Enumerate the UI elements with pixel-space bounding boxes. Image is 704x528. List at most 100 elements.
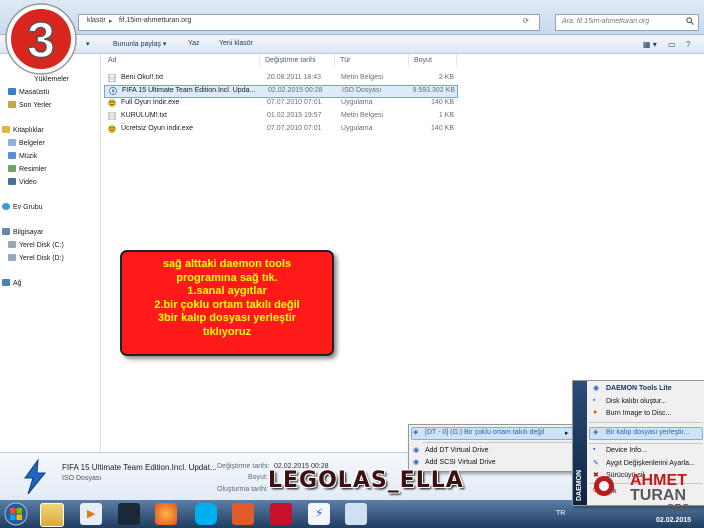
search-icon[interactable] bbox=[686, 17, 694, 25]
nav-item-network[interactable]: Ağ bbox=[2, 279, 22, 287]
callout-line: 3bir kalıp dosyası yerleştir bbox=[157, 312, 297, 324]
start-button-icon[interactable] bbox=[4, 502, 28, 526]
nav-item-documents[interactable]: Belgeler bbox=[8, 139, 45, 147]
column-header-name[interactable]: Ad bbox=[108, 57, 117, 64]
tray-date: 02.02.2015 bbox=[656, 517, 692, 524]
nav-item-label: Ev Grubu bbox=[13, 204, 43, 211]
context-menu: ◈ [DT - 0] (G:) Bir çoklu ortam takılı d… bbox=[408, 424, 576, 472]
legolas-watermark: LEGOLAS_ELLA bbox=[268, 468, 464, 493]
file-row[interactable]: Full Oyun İndir.exe 07.07.2010 07:01 Uyg… bbox=[104, 98, 456, 109]
steam-taskbar-icon[interactable] bbox=[118, 503, 140, 525]
nav-item-label: Video bbox=[19, 179, 37, 186]
menu-item-device-params[interactable]: Aygıt Değişkenlerini Ayarla... bbox=[606, 460, 695, 467]
file-type: Uygulama bbox=[341, 99, 373, 106]
menu-item-mount-image[interactable]: Bir kalıp dosyası yerleştir... bbox=[606, 429, 689, 436]
share-button[interactable]: Bununla paylaş ▾ bbox=[113, 40, 166, 48]
media-player-taskbar-icon[interactable]: ▶ bbox=[80, 503, 102, 525]
settings-icon: ✎ bbox=[593, 460, 599, 467]
file-row[interactable]: KURULUM!.txt 01.02.2015 19:57 Metin Belg… bbox=[104, 111, 456, 122]
search-input[interactable]: Ara: fif.15im-ahmetturan.org bbox=[555, 14, 699, 31]
menu-item-create-image[interactable]: Disk kalıbı oluştur... bbox=[606, 398, 667, 405]
file-name: KURULUM!.txt bbox=[121, 112, 167, 119]
nav-item-desktop[interactable]: Masaüstü bbox=[8, 88, 49, 96]
daemon-menu-title: DAEMON Tools Lite bbox=[606, 385, 672, 392]
organize-dropdown-icon[interactable]: ▾ bbox=[86, 40, 90, 48]
skype-taskbar-icon[interactable] bbox=[195, 503, 217, 525]
file-name: Ücretsiz Oyun indir.exe bbox=[121, 125, 193, 132]
file-row[interactable]: Beni Oku!!.txt 20.08.2011 18:43 Metin Be… bbox=[104, 73, 456, 84]
menu-item-add-dt-drive[interactable]: Add DT Virtual Drive bbox=[425, 447, 489, 454]
firefox-taskbar-icon[interactable] bbox=[155, 503, 177, 525]
text-file-icon bbox=[108, 74, 116, 82]
view-options-icon[interactable]: ▦ ▾ bbox=[643, 40, 657, 49]
share-label: Bununla paylaş bbox=[113, 41, 161, 48]
navigation-pane: Yüklemeler Masaüstü Son Yerler Kitaplıkl… bbox=[0, 54, 101, 451]
file-date: 20.08.2011 18:43 bbox=[267, 74, 321, 81]
nav-item-downloads[interactable]: Yüklemeler bbox=[34, 76, 69, 83]
details-file-type: ISO Dosyası bbox=[62, 475, 102, 482]
desktop-icon bbox=[8, 88, 16, 95]
app-taskbar-icon[interactable] bbox=[345, 503, 367, 525]
file-name: FIFA 15 Ultimate Team Edition.Incl. Upda… bbox=[122, 87, 256, 94]
smiley-exe-icon bbox=[108, 125, 116, 133]
nav-item-pictures[interactable]: Resimler bbox=[8, 165, 47, 173]
preview-pane-icon[interactable]: ▭ bbox=[668, 40, 676, 49]
column-divider[interactable] bbox=[259, 54, 260, 67]
column-divider[interactable] bbox=[456, 54, 457, 67]
menu-sidebar-banner: DAEMON bbox=[573, 381, 587, 505]
callout-line: programına sağ tık. bbox=[176, 271, 278, 284]
print-button[interactable]: Yaz bbox=[188, 40, 200, 47]
menu-item-virtual-drive[interactable]: [DT - 0] (G:) Bir çoklu ortam takılı değ… bbox=[425, 429, 544, 436]
nav-item-homegroup[interactable]: Ev Grubu bbox=[2, 203, 43, 211]
nav-item-label: Son Yerler bbox=[19, 102, 52, 109]
address-bar[interactable]: klasör ▸ fif.15im-ahmetturan.org ⟳ bbox=[78, 14, 540, 31]
file-type: ISO Dosyası bbox=[342, 87, 382, 94]
column-divider[interactable] bbox=[408, 54, 409, 67]
breadcrumb-current[interactable]: fif.15im-ahmetturan.org bbox=[119, 17, 191, 24]
nav-item-recent[interactable]: Son Yerler bbox=[8, 101, 51, 109]
daemon-taskbar-icon[interactable]: ⚡ bbox=[308, 503, 330, 525]
nav-item-disk-d[interactable]: Yerel Disk (D:) bbox=[8, 254, 64, 262]
column-header-date[interactable]: Değiştirme tarihi bbox=[265, 57, 316, 64]
menu-item-burn-image[interactable]: Burn Image to Disc... bbox=[606, 410, 671, 417]
nav-item-music[interactable]: Müzik bbox=[8, 152, 37, 160]
details-created-label: Oluşturma tarihi: bbox=[217, 486, 269, 493]
file-type: Metin Belgesi bbox=[341, 112, 384, 119]
file-size: 1 KB bbox=[438, 112, 454, 119]
details-modified-label: Değiştirme tarihi: bbox=[217, 463, 270, 470]
file-date: 01.02.2015 19:57 bbox=[267, 112, 322, 119]
column-divider[interactable] bbox=[334, 54, 335, 67]
file-row-selected[interactable]: FIFA 15 Ultimate Team Edition.Incl. Upda… bbox=[104, 85, 458, 98]
video-icon bbox=[8, 178, 16, 185]
submenu-arrow-icon: ▸ bbox=[565, 430, 569, 437]
app-taskbar-icon[interactable] bbox=[232, 503, 254, 525]
nav-item-computer[interactable]: Bilgisayar bbox=[2, 228, 43, 236]
column-header-size[interactable]: Boyut bbox=[414, 57, 432, 64]
callout-line: sağ alttaki daemon tools bbox=[162, 258, 292, 270]
refresh-icon[interactable]: ⟳ bbox=[523, 17, 529, 25]
column-header-type[interactable]: Tür bbox=[340, 57, 351, 64]
file-date: 07.07.2010 07:01 bbox=[267, 125, 322, 132]
help-icon[interactable]: ? bbox=[686, 40, 690, 49]
daemon-logo-icon: ◉ bbox=[593, 385, 600, 392]
file-type: Uygulama bbox=[341, 125, 373, 132]
recent-places-icon bbox=[8, 101, 16, 108]
callout-line: tıklıyoruz bbox=[202, 325, 252, 338]
daemon-iso-icon bbox=[109, 87, 117, 95]
app-taskbar-icon[interactable] bbox=[270, 503, 292, 525]
computer-icon bbox=[2, 228, 10, 235]
file-row[interactable]: Ücretsiz Oyun indir.exe 07.07.2010 07:01… bbox=[104, 124, 456, 135]
explorer-taskbar-icon[interactable] bbox=[40, 503, 64, 527]
nav-item-disk-c[interactable]: Yerel Disk (C:) bbox=[8, 241, 64, 249]
menu-item-add-scsi-drive[interactable]: Add SCSI Virtual Drive bbox=[425, 459, 496, 466]
language-indicator[interactable]: TR bbox=[556, 510, 565, 517]
breadcrumb-folder[interactable]: klasör bbox=[87, 17, 106, 24]
nav-item-video[interactable]: Video bbox=[8, 178, 37, 186]
menu-separator bbox=[589, 443, 703, 444]
command-toolbar: ▾ Bununla paylaş ▾ Yaz Yeni klasör ▦ ▾ ▭… bbox=[0, 35, 704, 54]
nav-item-label: Masaüstü bbox=[19, 89, 50, 96]
burn-icon: ● bbox=[593, 409, 598, 416]
nav-item-libraries[interactable]: Kitaplıklar bbox=[2, 126, 44, 134]
new-folder-button[interactable]: Yeni klasör bbox=[219, 40, 253, 47]
menu-item-device-info[interactable]: Device Info... bbox=[606, 447, 647, 454]
